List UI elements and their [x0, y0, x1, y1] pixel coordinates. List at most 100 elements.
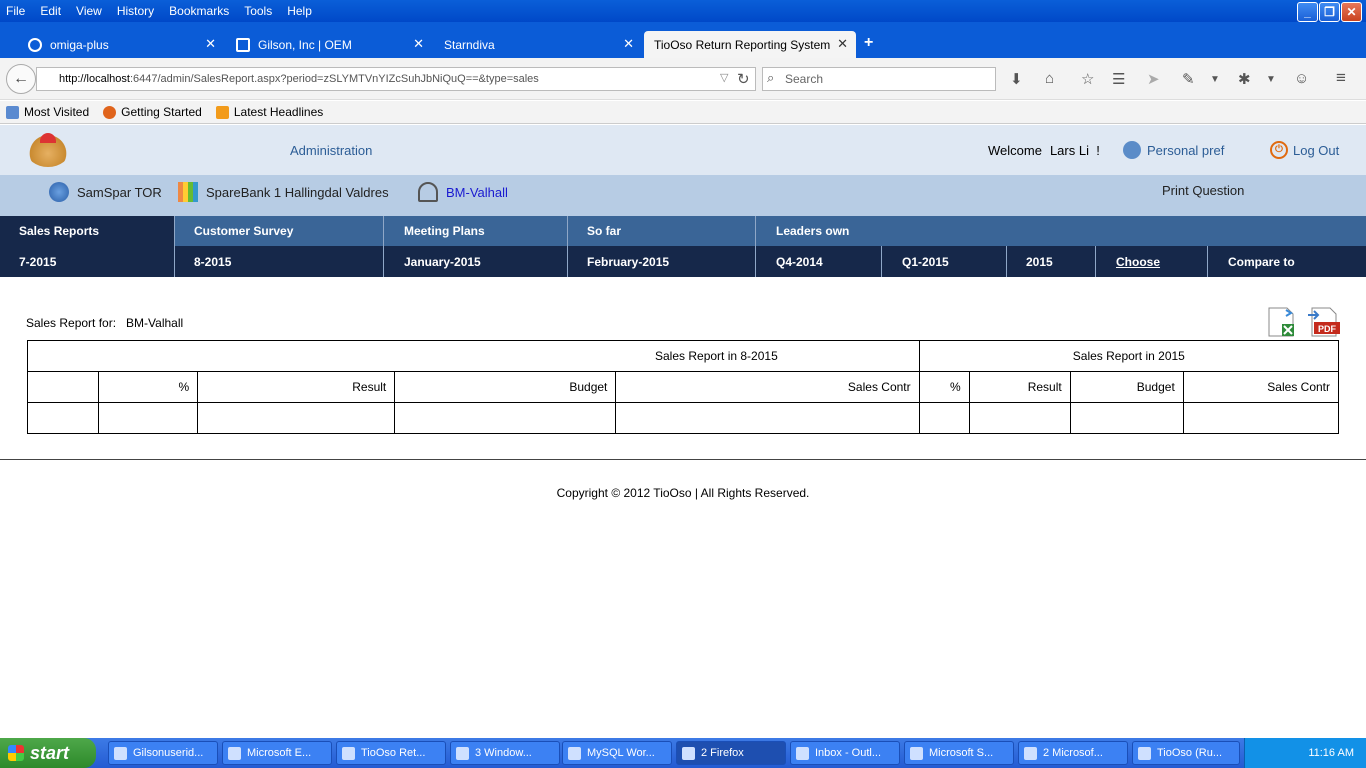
chevron-down-icon[interactable]: ▼	[1210, 74, 1220, 85]
minimize-button[interactable]: _	[1297, 2, 1318, 22]
bank-bm-valhall[interactable]: BM-Valhall	[418, 181, 508, 203]
nav-so-far[interactable]: So far	[568, 216, 756, 246]
footer-divider	[0, 459, 1366, 460]
close-window-button[interactable]: ✕	[1341, 2, 1362, 22]
menu-view[interactable]: View	[76, 4, 102, 18]
dropdown-arrow-icon[interactable]: ▽	[720, 71, 728, 84]
taskbar-item[interactable]: 2 Firefox	[676, 741, 786, 765]
maximize-button[interactable]: ❐	[1319, 2, 1340, 22]
bookmark-star-icon[interactable]: ☆	[1081, 70, 1094, 88]
close-tab-icon[interactable]: ✕	[837, 36, 848, 52]
column-header-percent: %	[98, 371, 199, 403]
bank-sparebank[interactable]: SpareBank 1 Hallingdal Valdres	[178, 181, 389, 203]
close-tab-icon[interactable]: ✕	[205, 36, 216, 52]
start-label: start	[30, 742, 70, 763]
back-icon[interactable]: ←	[6, 64, 36, 94]
nav-row-bottom: 7-2015 8-2015 January-2015 February-2015…	[0, 246, 1366, 277]
nav-period-7-2015[interactable]: 7-2015	[0, 246, 175, 277]
url-path: :6447/admin/SalesReport.aspx?period=zSLY…	[129, 73, 539, 85]
tab-label: TioOso Return Reporting System	[654, 37, 831, 52]
tab-starndiva[interactable]: Starndiva ✕	[434, 31, 642, 58]
personal-pref-link[interactable]: Personal pref	[1123, 141, 1224, 159]
table-cell	[394, 402, 617, 434]
table-cell	[918, 402, 970, 434]
close-tab-icon[interactable]: ✕	[623, 36, 634, 52]
home-icon[interactable]: ⌂	[1045, 70, 1054, 87]
nav-period-january-2015[interactable]: January-2015	[384, 246, 568, 277]
column-header-result: Result	[197, 371, 396, 403]
pdf-export-icon[interactable]: PDF	[1306, 306, 1340, 338]
nav-period-q1-2015[interactable]: Q1-2015	[882, 246, 1007, 277]
nav-customer-survey[interactable]: Customer Survey	[175, 216, 384, 246]
taskbar-item[interactable]: Microsoft S...	[904, 741, 1014, 765]
copyright-text: Copyright © 2012 TioOso | All Rights Res…	[556, 486, 810, 500]
taskbar-item[interactable]: TioOso Ret...	[336, 741, 446, 765]
taskbar-item[interactable]: 2 Microsof...	[1018, 741, 1128, 765]
taskbar-item[interactable]: 3 Window...	[450, 741, 560, 765]
tab-gilson[interactable]: Gilson, Inc | OEM ✕	[226, 31, 432, 58]
taskbar-item[interactable]: Gilsonuserid...	[108, 741, 218, 765]
start-button[interactable]: start	[0, 738, 96, 768]
menu-tools[interactable]: Tools	[244, 4, 272, 18]
bookmarks-bar: Most Visited Getting Started Latest Head…	[0, 101, 1366, 124]
column-header-percent: %	[918, 371, 970, 403]
reload-icon[interactable]: ↻	[737, 70, 750, 88]
tab-tiooso[interactable]: TioOso Return Reporting System ✕	[644, 31, 856, 58]
send-icon[interactable]: ➤	[1147, 70, 1160, 88]
menu-file[interactable]: File	[6, 4, 25, 18]
chevron-down-icon[interactable]: ▼	[1266, 74, 1276, 85]
menu-help[interactable]: Help	[287, 4, 312, 18]
print-question-link[interactable]: Print Question	[1162, 183, 1244, 198]
nav-period-2015[interactable]: 2015	[1007, 246, 1096, 277]
taskbar-item[interactable]: Inbox - Outl...	[790, 741, 900, 765]
nav-period-q4-2014[interactable]: Q4-2014	[756, 246, 882, 277]
taskbar-item[interactable]: TioOso (Ru...	[1132, 741, 1240, 765]
column-header-result: Result	[968, 371, 1071, 403]
column-header-empty	[26, 371, 100, 403]
globe-icon	[49, 182, 69, 202]
nav-period-8-2015[interactable]: 8-2015	[175, 246, 384, 277]
svg-text:PDF: PDF	[1318, 324, 1337, 334]
sales-report-for-value: BM-Valhall	[126, 316, 184, 330]
menu-history[interactable]: History	[117, 4, 154, 18]
nav-leaders-own[interactable]: Leaders own	[756, 216, 1366, 246]
smiley-icon[interactable]: ☺	[1294, 70, 1309, 87]
new-tab-icon[interactable]: +	[864, 34, 873, 52]
bookmark-label: Getting Started	[121, 105, 202, 119]
excel-export-icon[interactable]	[1266, 306, 1298, 338]
table-cell	[1069, 402, 1184, 434]
nav-compare-to[interactable]: Compare to	[1208, 246, 1366, 277]
tab-label: Starndiva	[444, 37, 495, 52]
bookmark-most-visited[interactable]: Most Visited	[6, 105, 89, 119]
tab-omiga[interactable]: omiga-plus ✕	[18, 31, 224, 58]
bookmark-label: Latest Headlines	[233, 105, 324, 119]
bank-samspar[interactable]: SamSpar TOR	[49, 181, 162, 203]
tools-icon[interactable]: ✎	[1182, 70, 1195, 88]
bookmark-latest-headlines[interactable]: Latest Headlines	[215, 105, 324, 119]
administration-link[interactable]: Administration	[290, 143, 372, 158]
menu-bookmarks[interactable]: Bookmarks	[169, 4, 229, 18]
folder-icon	[6, 105, 19, 119]
url-bar[interactable]: http://localhost:6447/admin/SalesReport.…	[36, 67, 756, 91]
logout-link[interactable]: ⏻ Log Out	[1270, 141, 1339, 159]
clock[interactable]: 11:16 AM	[1308, 747, 1354, 759]
taskbar-item[interactable]: MySQL Wor...	[562, 741, 672, 765]
nav-period-february-2015[interactable]: February-2015	[568, 246, 756, 277]
nav-row-top: Sales Reports Customer Survey Meeting Pl…	[0, 216, 1366, 246]
addon-icon[interactable]: ✱	[1238, 70, 1251, 88]
hamburger-menu-icon[interactable]: ≡	[1336, 68, 1346, 88]
taskbar-item[interactable]: Microsoft E...	[222, 741, 332, 765]
logout-label: Log Out	[1293, 142, 1340, 158]
nav-sales-reports[interactable]: Sales Reports	[0, 216, 175, 246]
download-icon[interactable]: ⬇	[1010, 70, 1023, 88]
house-icon	[418, 182, 438, 202]
menu-edit[interactable]: Edit	[40, 4, 61, 18]
close-tab-icon[interactable]: ✕	[413, 36, 424, 52]
search-input[interactable]: Search	[762, 67, 996, 91]
choose-label: Choose	[1116, 254, 1161, 269]
reading-list-icon[interactable]: ☰	[1112, 70, 1125, 88]
bookmark-getting-started[interactable]: Getting Started	[103, 105, 202, 119]
nav-meeting-plans[interactable]: Meeting Plans	[384, 216, 568, 246]
nav-choose[interactable]: Choose	[1096, 246, 1208, 277]
bear-logo-icon[interactable]	[26, 133, 70, 167]
